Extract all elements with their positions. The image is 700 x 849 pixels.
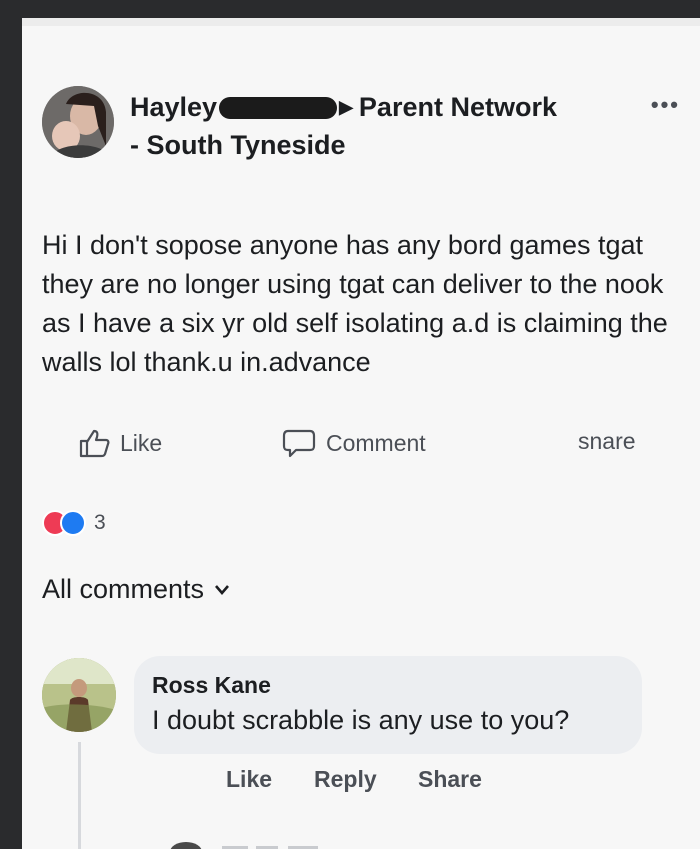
share-button[interactable]: snare [578, 428, 636, 455]
like-button[interactable]: Like [78, 428, 162, 458]
comment-button[interactable]: Comment [282, 428, 426, 458]
comments-filter[interactable]: All comments [42, 574, 230, 605]
redacted-name [219, 97, 338, 119]
share-label: snare [578, 428, 636, 454]
comments-filter-label: All comments [42, 574, 205, 604]
author-name[interactable]: Hayley [130, 92, 217, 122]
post-card: Hayley ▶ Parent Network - South Tyneside •… [22, 18, 700, 849]
comment-label: Comment [326, 429, 426, 456]
commenter-name[interactable]: Ross Kane [152, 672, 624, 699]
comment-icon [282, 429, 316, 458]
like-reaction-icon [60, 510, 86, 536]
chevron-down-icon [215, 584, 230, 595]
comment-share-button[interactable]: Share [418, 766, 482, 793]
group-name[interactable]: Parent Network [359, 92, 557, 122]
poster-avatar[interactable] [42, 86, 114, 158]
comment-reply-button[interactable]: Reply [314, 766, 377, 793]
next-comment-preview [170, 842, 318, 849]
like-label: Like [120, 429, 163, 456]
thread-line [78, 742, 81, 849]
arrow-icon: ▶ [339, 97, 353, 117]
more-horizontal-icon[interactable]: ••• [651, 92, 680, 118]
top-strip [22, 18, 700, 26]
comment-text: I doubt scrabble is any use to you? [152, 705, 570, 735]
comment-bubble: Ross Kane I doubt scrabble is any use to… [134, 656, 642, 754]
commenter-avatar[interactable] [42, 658, 116, 732]
comment-like-button[interactable]: Like [226, 766, 272, 793]
reaction-summary[interactable]: 3 [42, 510, 106, 536]
post-author-line: Hayley ▶ Parent Network - South Tyneside [130, 88, 650, 164]
reaction-count: 3 [94, 511, 106, 534]
group-name-line2[interactable]: - South Tyneside [130, 130, 346, 160]
thumbs-up-icon [79, 429, 110, 458]
post-text: Hi I don't sopose anyone has any bord ga… [42, 230, 668, 377]
post-actions: Like Comment snare [22, 428, 700, 468]
